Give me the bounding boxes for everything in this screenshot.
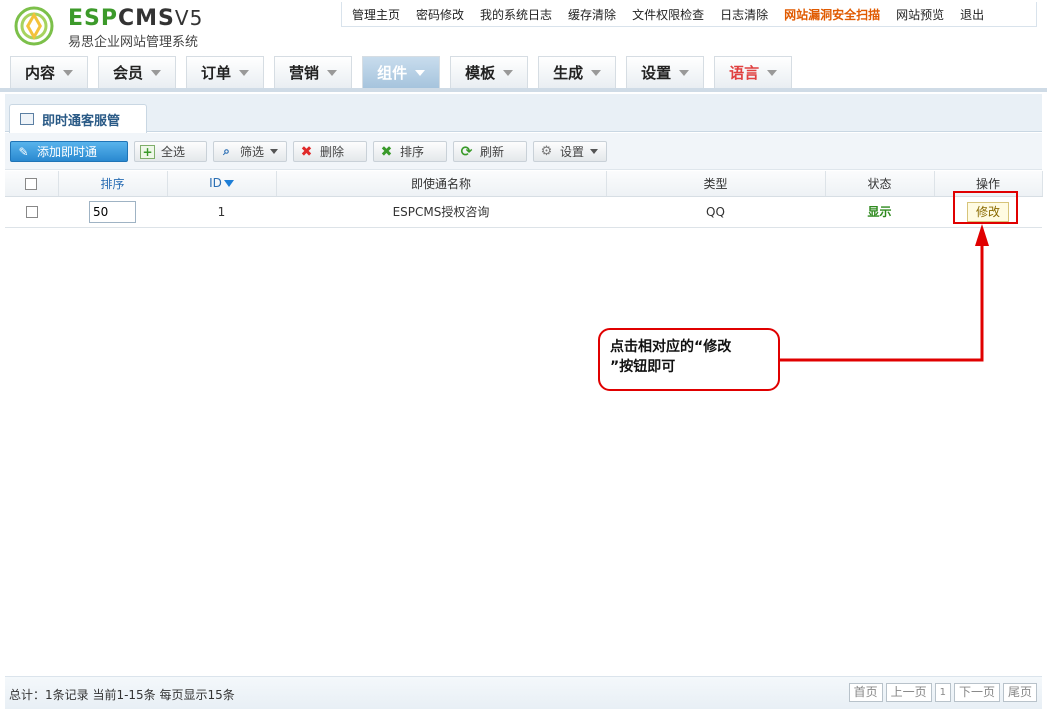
refresh-icon: ⟳ xyxy=(460,143,473,160)
current-page[interactable]: 1 xyxy=(934,683,951,702)
row-name: ESPCMS授权咨询 xyxy=(276,196,606,228)
callout-line2: ”按钮即可 xyxy=(610,359,676,375)
menu-language[interactable]: 语言 xyxy=(714,56,793,88)
topnav-clear-cache[interactable]: 缓存清除 xyxy=(568,6,616,23)
refresh-button[interactable]: ⟳ 刷新 xyxy=(453,141,527,162)
row-sort-cell xyxy=(58,196,167,228)
menu-order[interactable]: 订单 xyxy=(186,56,265,88)
search-icon: ⌕ xyxy=(223,144,230,158)
topnav-clear-log[interactable]: 日志清除 xyxy=(720,6,768,23)
callout-line1: 点击相对应的“修改 xyxy=(610,339,732,355)
menu-template[interactable]: 模板 xyxy=(450,56,529,88)
topnav-logout[interactable]: 退出 xyxy=(960,6,984,23)
header-name: 即使通名称 xyxy=(276,171,607,197)
row-id: 1 xyxy=(167,196,276,228)
gear-icon: ⚙ xyxy=(540,144,553,159)
logo-brand: ESPCMSV5 xyxy=(68,6,204,31)
sort-button[interactable]: ✖ 排序 xyxy=(373,141,447,162)
menu-content[interactable]: 内容 xyxy=(10,56,89,88)
menu-generate[interactable]: 生成 xyxy=(538,56,617,88)
topnav-home[interactable]: 管理主页 xyxy=(352,6,400,23)
logo-subtitle: 易思企业网站管理系统 xyxy=(68,35,199,50)
panel-tab[interactable]: 即时通客服管 xyxy=(9,104,148,133)
prev-page-button[interactable]: 上一页 xyxy=(885,683,932,702)
select-all-checkbox[interactable] xyxy=(25,177,38,190)
chevron-down-icon xyxy=(327,69,338,76)
header-type: 类型 xyxy=(606,171,826,197)
chevron-down-icon xyxy=(590,149,599,154)
delete-icon: ✖ xyxy=(300,143,313,160)
menu-member[interactable]: 会员 xyxy=(98,56,177,88)
header-id[interactable]: ID xyxy=(167,171,277,197)
menu-component[interactable]: 组件 xyxy=(362,56,441,88)
row-state-cell: 显示 xyxy=(825,196,934,228)
last-page-button[interactable]: 尾页 xyxy=(1002,683,1037,702)
select-all-button[interactable]: + 全选 xyxy=(134,141,207,162)
row-type: QQ xyxy=(606,196,825,228)
chevron-down-icon xyxy=(239,69,250,76)
first-page-button[interactable]: 首页 xyxy=(848,683,883,702)
logo: ESPCMSV5 易思企业网站管理系统 xyxy=(10,4,230,50)
table-row: 1 ESPCMS授权咨询 QQ 显示 修改 xyxy=(5,196,1042,228)
select-all-icon: + xyxy=(140,144,155,159)
topnav-permission-check[interactable]: 文件权限检查 xyxy=(632,6,704,23)
filter-button[interactable]: ⌕ 筛选 xyxy=(213,141,287,162)
menu-marketing[interactable]: 营销 xyxy=(274,56,353,88)
footer: 总计：1条记录 当前1-15条 每页显示15条 首页 上一页 1 下一页 尾页 xyxy=(5,676,1042,709)
settings-button[interactable]: ⚙ 设置 xyxy=(533,141,607,162)
next-page-button[interactable]: 下一页 xyxy=(953,683,1000,702)
topnav-preview[interactable]: 网站预览 xyxy=(896,6,944,23)
header-state: 状态 xyxy=(825,171,935,197)
chevron-down-icon xyxy=(767,69,778,76)
im-table: 排序 ID 即使通名称 类型 状态 操作 1 ESPCMS授权咨询 QQ 显示 … xyxy=(5,171,1043,228)
pencil-icon: ✎ xyxy=(18,144,29,159)
chevron-down-icon xyxy=(679,69,690,76)
header-sort[interactable]: 排序 xyxy=(58,171,168,197)
chevron-down-icon xyxy=(415,69,426,76)
row-checkbox-cell xyxy=(5,196,58,228)
toolbar: ✎ 添加即时通 + 全选 ⌕ 筛选 ✖ 删除 ✖ 排序 ⟳ 刷新 ⚙ 设置 xyxy=(5,133,1042,170)
header-checkbox-cell xyxy=(5,171,59,197)
chevron-down-icon xyxy=(151,69,162,76)
annotation-callout: 点击相对应的“修改 ”按钮即可 xyxy=(598,328,780,391)
panel-tab-label: 即时通客服管 xyxy=(42,113,121,129)
monitor-icon xyxy=(20,113,34,125)
edit-highlight-box xyxy=(953,191,1018,224)
menu-divider xyxy=(0,88,1047,92)
top-nav: 管理主页 密码修改 我的系统日志 缓存清除 文件权限检查 日志清除 网站漏洞安全… xyxy=(341,2,1037,27)
espcms-logo-icon xyxy=(14,6,54,46)
chevron-down-icon xyxy=(63,69,74,76)
sort-desc-icon xyxy=(223,180,234,188)
row-checkbox[interactable] xyxy=(25,206,38,218)
main-menu: 内容 会员 订单 营销 组件 模板 生成 设置 语言 xyxy=(10,56,802,88)
sort-input[interactable] xyxy=(89,200,136,223)
state-toggle[interactable]: 显示 xyxy=(867,205,891,219)
add-im-button[interactable]: ✎ 添加即时通 xyxy=(10,141,128,162)
delete-button[interactable]: ✖ 删除 xyxy=(293,141,367,162)
chevron-down-icon xyxy=(270,149,279,154)
menu-settings[interactable]: 设置 xyxy=(626,56,705,88)
topnav-password[interactable]: 密码修改 xyxy=(416,6,464,23)
panel-header xyxy=(5,94,1042,132)
pagination: 首页 上一页 1 下一页 尾页 xyxy=(846,683,1037,702)
chevron-down-icon xyxy=(503,69,514,76)
topnav-my-log[interactable]: 我的系统日志 xyxy=(480,6,552,23)
table-header-row: 排序 ID 即使通名称 类型 状态 操作 xyxy=(5,171,1043,197)
sort-icon: ✖ xyxy=(380,143,393,160)
chevron-down-icon xyxy=(591,69,602,76)
topnav-security-scan[interactable]: 网站漏洞安全扫描 xyxy=(784,6,880,23)
record-summary: 总计：1条记录 当前1-15条 每页显示15条 xyxy=(9,688,235,702)
